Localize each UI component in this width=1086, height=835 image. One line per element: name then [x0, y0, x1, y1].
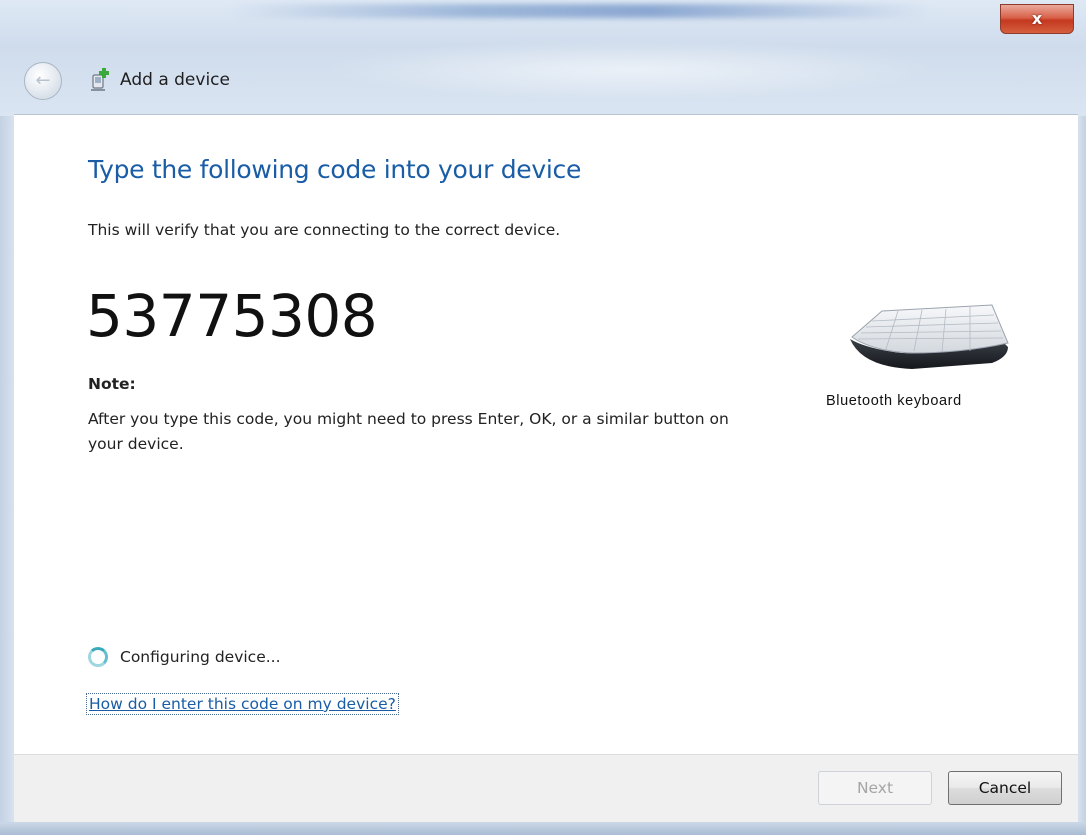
note-heading: Note:	[88, 375, 136, 393]
next-button[interactable]: Next	[818, 771, 932, 805]
add-device-icon	[91, 68, 109, 91]
main-instruction: Type the following code into your device	[88, 155, 582, 184]
cancel-button[interactable]: Cancel	[948, 771, 1062, 805]
window-frame-bottom	[0, 822, 1086, 835]
status-text: Configuring device...	[120, 648, 281, 666]
back-arrow-icon: ←	[35, 70, 51, 91]
status-row: Configuring device...	[88, 647, 281, 667]
instruction-subtitle: This will verify that you are connecting…	[88, 221, 561, 239]
close-button[interactable]: x	[1000, 4, 1074, 34]
window-frame-left	[0, 116, 14, 822]
close-icon: x	[1031, 9, 1043, 28]
dialog-content: Type the following code into your device…	[14, 114, 1078, 755]
device-label: Bluetooth keyboard	[826, 393, 962, 409]
titlebar-glow	[230, 4, 930, 18]
help-link[interactable]: How do I enter this code on my device?	[86, 693, 399, 715]
window-frame-right	[1078, 116, 1086, 822]
window-titlebar[interactable]: x ← Add a device	[0, 0, 1086, 116]
note-body: After you type this code, you might need…	[88, 410, 729, 453]
window-title: Add a device	[120, 70, 230, 90]
titlebar-haze	[320, 40, 940, 100]
back-button[interactable]: ←	[24, 62, 62, 100]
spinner-icon	[88, 647, 108, 667]
dialog-footer: Next Cancel	[14, 754, 1078, 823]
pairing-code: 53775308	[86, 282, 378, 350]
keyboard-icon	[850, 304, 1009, 369]
add-device-window: x ← Add a device Type the following code…	[0, 0, 1086, 835]
